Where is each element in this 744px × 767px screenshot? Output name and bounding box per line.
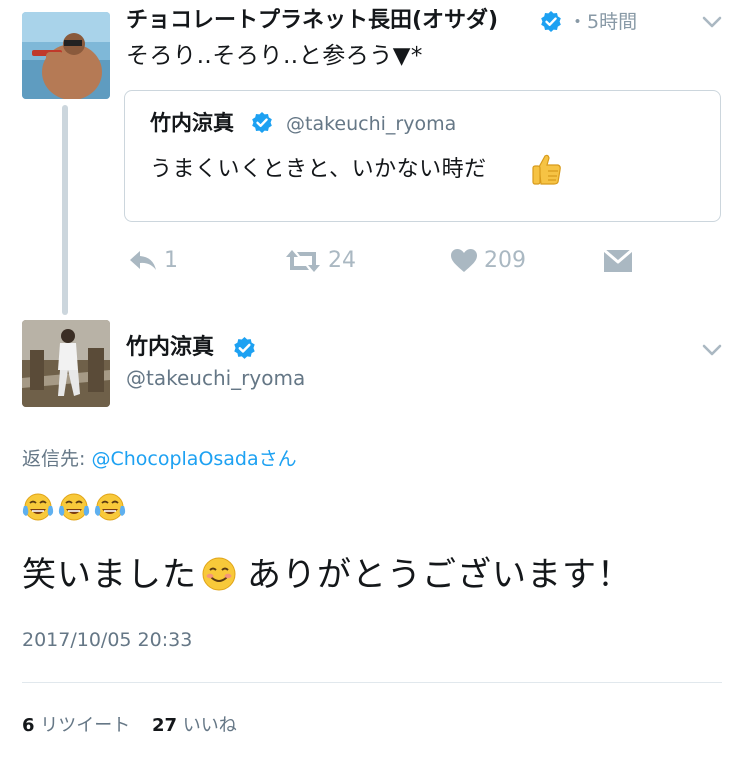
reply-count: 1 — [164, 248, 178, 273]
main-display-name[interactable]: 竹内涼真 — [126, 332, 214, 364]
parent-tweet-text: そろり‥そろり‥と参ろう▼* — [126, 43, 423, 69]
main-handle[interactable]: @takeuchi_ryoma — [126, 364, 305, 392]
retweet-button[interactable]: 24 — [284, 246, 356, 276]
divider — [22, 682, 722, 683]
chevron-down-icon[interactable] — [700, 338, 724, 362]
retweet-icon — [286, 250, 320, 272]
like-count: 209 — [484, 248, 526, 273]
emoji-line — [22, 492, 126, 524]
reply-suffix: さん — [258, 448, 297, 470]
reply-context: 返信先: @ChocoplaOsadaさん — [22, 445, 297, 473]
tweet-stats: 6 リツイート 27 いいね — [22, 712, 237, 740]
quote-display-name: 竹内涼真 — [150, 111, 234, 135]
face-with-tears-of-joy-icon — [22, 493, 54, 521]
envelope-icon — [603, 248, 633, 272]
likes-count[interactable]: 27 — [152, 715, 177, 736]
chevron-down-icon[interactable] — [700, 10, 724, 34]
direct-message-button[interactable] — [603, 246, 633, 276]
reply-prefix: 返信先: — [22, 448, 92, 470]
verified-badge-icon — [539, 10, 563, 34]
main-tweet-text: 笑いました ありがとうございます！ — [22, 552, 632, 604]
main-avatar[interactable] — [22, 320, 110, 407]
face-with-tears-of-joy-icon — [94, 493, 126, 521]
main-text-part1: 笑いました — [22, 555, 197, 595]
parent-avatar[interactable] — [22, 12, 110, 99]
main-text-part2: ありがとうございます！ — [247, 555, 632, 595]
likes-label[interactable]: いいね — [183, 715, 237, 736]
retweets-label[interactable]: リツイート — [40, 715, 130, 736]
quote-handle: @takeuchi_ryoma — [286, 113, 457, 135]
smiling-face-icon — [201, 556, 237, 604]
thumbs-up-icon — [531, 152, 563, 186]
reply-mention-link[interactable]: @ChocoplaOsada — [91, 448, 258, 470]
tweet-timestamp[interactable]: 2017/10/05 20:33 — [22, 626, 192, 654]
retweet-count: 24 — [328, 248, 356, 273]
parent-display-name[interactable]: チョコレートプラネット長田(オサダ) — [126, 6, 498, 36]
face-with-tears-of-joy-icon — [58, 493, 90, 521]
reply-icon — [130, 251, 156, 270]
retweets-count[interactable]: 6 — [22, 715, 35, 736]
heart-icon — [451, 249, 477, 272]
thread-line — [62, 105, 68, 315]
verified-badge-icon — [250, 111, 274, 135]
reply-button[interactable]: 1 — [128, 246, 178, 276]
parent-timestamp[interactable]: ・5時間 — [568, 8, 637, 36]
quote-tweet-text: うまくいくときと、いかない時だ — [150, 157, 487, 182]
like-button[interactable]: 209 — [450, 246, 526, 276]
verified-badge-icon — [232, 336, 257, 361]
